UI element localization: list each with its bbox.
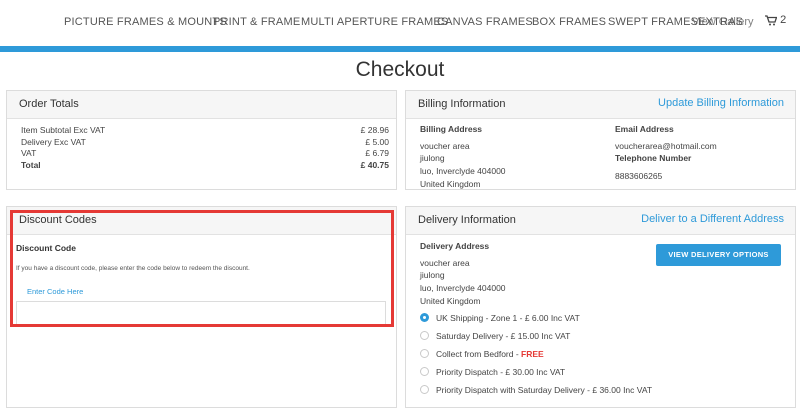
delivery-option-label: Saturday Delivery - £ 15.00 Inc VAT bbox=[436, 331, 571, 341]
totals-row-total: Total £ 40.75 bbox=[21, 160, 389, 172]
nav-swept-frames[interactable]: SWEPT FRAMES bbox=[608, 16, 698, 28]
delivery-option-label: Priority Dispatch with Saturday Delivery… bbox=[436, 385, 653, 395]
discount-title: Discount Codes bbox=[19, 214, 97, 226]
billing-address-line: luo, Inverclyde 404000 bbox=[420, 166, 506, 176]
order-totals-panel: Order Totals Item Subtotal Exc VAT £ 28.… bbox=[6, 90, 397, 190]
phone-label: Telephone Number bbox=[615, 153, 692, 163]
nav-print-and-frame[interactable]: PRINT & FRAME bbox=[213, 16, 300, 28]
radio-unselected[interactable] bbox=[420, 367, 429, 377]
billing-address-label: Billing Address bbox=[420, 124, 483, 134]
discount-code-label: Discount Code bbox=[16, 243, 76, 253]
delivery-option-uk-shipping[interactable]: UK Shipping - Zone 1 - £ 6.00 Inc VAT bbox=[420, 313, 580, 323]
email-label: Email Address bbox=[615, 124, 674, 134]
nav-canvas-frames[interactable]: CANVAS FRAMES bbox=[437, 16, 533, 28]
cart-icon bbox=[765, 14, 778, 26]
order-totals-header: Order Totals bbox=[7, 91, 396, 119]
discount-placeholder-label: Enter Code Here bbox=[27, 287, 84, 296]
totals-label: Total bbox=[21, 159, 41, 170]
delivery-address-line: United Kingdom bbox=[420, 296, 481, 306]
totals-label: Item Subtotal Exc VAT bbox=[21, 125, 106, 135]
billing-address-line: voucher area bbox=[420, 141, 470, 151]
free-badge: FREE bbox=[521, 349, 544, 359]
delivery-option-priority[interactable]: Priority Dispatch - £ 30.00 Inc VAT bbox=[420, 367, 565, 377]
delivery-option-label: Collect from Bedford - bbox=[436, 349, 522, 359]
discount-help-text: If you have a discount code, please ente… bbox=[16, 265, 250, 272]
totals-row-delivery: Delivery Exc VAT £ 5.00 bbox=[21, 137, 389, 149]
totals-value: £ 28.96 bbox=[360, 125, 389, 135]
phone-value: 8883606265 bbox=[615, 171, 663, 181]
delivery-address-line: jiulong bbox=[420, 270, 445, 280]
totals-value: £ 40.75 bbox=[360, 159, 389, 170]
delivery-title: Delivery Information bbox=[418, 214, 516, 226]
delivery-header: Delivery Information Deliver to a Differ… bbox=[406, 207, 795, 235]
page-title: Checkout bbox=[355, 58, 445, 81]
order-totals-list: Item Subtotal Exc VAT £ 28.96 Delivery E… bbox=[21, 125, 389, 171]
delivery-address-label: Delivery Address bbox=[420, 241, 490, 251]
delivery-panel: Delivery Information Deliver to a Differ… bbox=[405, 206, 796, 408]
billing-panel: Billing Information Update Billing Infor… bbox=[405, 90, 796, 190]
delivery-option-collect[interactable]: Collect from Bedford - FREE bbox=[420, 349, 544, 359]
radio-unselected[interactable] bbox=[420, 331, 429, 341]
billing-title: Billing Information bbox=[418, 98, 506, 110]
basket-count: 2 bbox=[780, 14, 787, 26]
email-value: voucherarea@hotmail.com bbox=[615, 141, 717, 151]
order-totals-title: Order Totals bbox=[19, 98, 79, 110]
delivery-option-priority-saturday[interactable]: Priority Dispatch with Saturday Delivery… bbox=[420, 385, 652, 395]
basket-button[interactable]: 2 bbox=[765, 14, 786, 26]
billing-address-line: jiulong bbox=[420, 153, 445, 163]
delivery-option-label: Priority Dispatch - £ 30.00 Inc VAT bbox=[436, 367, 566, 377]
top-navigation: PICTURE FRAMES & MOUNTS PRINT & FRAME MU… bbox=[0, 0, 800, 46]
deliver-different-address-link[interactable]: Deliver to a Different Address bbox=[641, 213, 784, 225]
nav-multi-aperture-frames[interactable]: MULTI APERTURE FRAMES bbox=[301, 16, 448, 28]
billing-address-line: United Kingdom bbox=[420, 179, 481, 189]
discount-panel: Discount Codes Discount Code If you have… bbox=[6, 206, 397, 408]
nav-picture-frames-mounts[interactable]: PICTURE FRAMES & MOUNTS bbox=[64, 16, 227, 28]
view-gallery-link[interactable]: View Gallery bbox=[692, 16, 754, 28]
billing-header: Billing Information Update Billing Infor… bbox=[406, 91, 795, 119]
header-accent-bar bbox=[0, 46, 800, 52]
discount-code-input[interactable] bbox=[16, 301, 386, 325]
radio-unselected[interactable] bbox=[420, 349, 429, 359]
radio-unselected[interactable] bbox=[420, 385, 429, 395]
totals-value: £ 6.79 bbox=[365, 148, 389, 158]
delivery-option-saturday[interactable]: Saturday Delivery - £ 15.00 Inc VAT bbox=[420, 331, 570, 341]
discount-header: Discount Codes bbox=[7, 207, 396, 235]
delivery-address-line: voucher area bbox=[420, 258, 470, 268]
radio-selected[interactable] bbox=[420, 313, 429, 323]
update-billing-link[interactable]: Update Billing Information bbox=[658, 97, 784, 109]
view-delivery-options-button[interactable]: VIEW DELIVERY OPTIONS bbox=[656, 244, 781, 266]
totals-label: VAT bbox=[21, 148, 37, 158]
totals-label: Delivery Exc VAT bbox=[21, 136, 86, 147]
totals-value: £ 5.00 bbox=[365, 136, 389, 147]
totals-row-vat: VAT £ 6.79 bbox=[21, 148, 389, 160]
delivery-address-line: luo, Inverclyde 404000 bbox=[420, 283, 506, 293]
totals-row-subtotal: Item Subtotal Exc VAT £ 28.96 bbox=[21, 125, 389, 137]
nav-box-frames[interactable]: BOX FRAMES bbox=[532, 16, 606, 28]
delivery-option-label: UK Shipping - Zone 1 - £ 6.00 Inc VAT bbox=[436, 313, 580, 323]
